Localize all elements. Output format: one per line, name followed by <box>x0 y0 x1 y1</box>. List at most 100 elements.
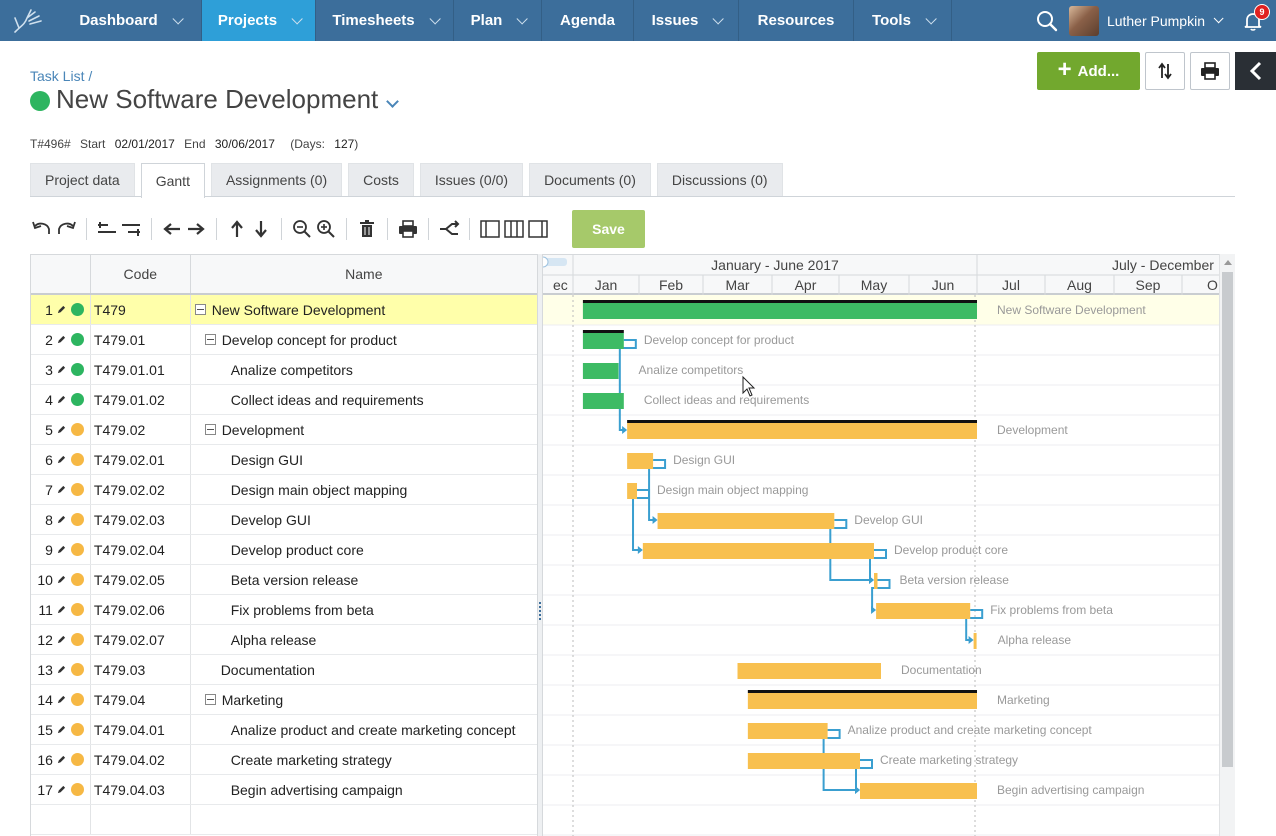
pencil-icon[interactable] <box>57 425 66 434</box>
pencil-icon[interactable] <box>57 485 66 494</box>
table-row[interactable]: 2 T479.01 Develop concept for product <box>31 325 538 355</box>
scroll-up-icon[interactable] <box>1224 260 1232 265</box>
code-cell[interactable]: T479.02.02 <box>91 475 191 504</box>
task-bar[interactable] <box>627 483 638 499</box>
scrollbar-thumb[interactable] <box>1222 272 1233 767</box>
collapse-panel-button[interactable] <box>1235 52 1276 90</box>
pencil-icon[interactable] <box>57 665 66 674</box>
table-row[interactable]: 5 T479.02 Development <box>31 415 538 445</box>
code-cell[interactable]: T479.01 <box>91 325 191 354</box>
tab-costs[interactable]: Costs <box>348 163 414 196</box>
delete-button[interactable] <box>355 217 379 241</box>
chevron-down-icon[interactable] <box>516 12 529 25</box>
code-cell[interactable]: T479.02.04 <box>91 535 191 564</box>
task-bar[interactable] <box>747 693 977 709</box>
nav-item-timesheets[interactable]: Timesheets <box>316 0 454 41</box>
task-bar[interactable] <box>582 303 977 319</box>
pencil-icon[interactable] <box>57 605 66 614</box>
table-row[interactable]: 13 T479.03 Documentation <box>31 655 538 685</box>
pencil-icon[interactable] <box>57 575 66 584</box>
nav-item-resources[interactable]: Resources <box>739 0 854 41</box>
code-cell[interactable]: T479.02.01 <box>91 445 191 474</box>
print-gantt-button[interactable] <box>396 217 420 241</box>
table-row[interactable]: 14 T479.04 Marketing <box>31 685 538 715</box>
view-grid-only-button[interactable] <box>478 217 502 241</box>
code-cell[interactable]: T479.04.03 <box>91 775 191 804</box>
name-cell[interactable]: Develop GUI <box>191 505 538 534</box>
task-bar[interactable] <box>876 603 971 619</box>
name-cell[interactable]: Marketing <box>191 685 538 714</box>
table-row[interactable]: 15 T479.04.01 Analize product and create m… <box>31 715 538 745</box>
gantt-vertical-scrollbar[interactable] <box>1219 254 1235 836</box>
pencil-icon[interactable] <box>57 635 66 644</box>
outdent-button[interactable] <box>95 217 119 241</box>
add-button[interactable]: + Add... <box>1037 52 1140 90</box>
code-cell[interactable]: T479.04.01 <box>91 715 191 744</box>
code-cell[interactable]: T479.01.01 <box>91 355 191 384</box>
tab-issues[interactable]: Issues (0/0) <box>419 163 524 196</box>
sort-button[interactable] <box>1145 52 1185 90</box>
code-cell[interactable]: T479.02 <box>91 415 191 444</box>
collapse-icon[interactable] <box>204 424 216 435</box>
task-bar[interactable] <box>582 393 624 409</box>
pencil-icon[interactable] <box>57 365 66 374</box>
redo-button[interactable] <box>54 217 78 241</box>
print-button[interactable] <box>1190 52 1230 90</box>
code-cell[interactable]: T479.01.02 <box>91 385 191 414</box>
task-bar[interactable] <box>582 363 619 379</box>
table-row[interactable]: 1 T479 New Software Development <box>31 295 538 325</box>
table-row[interactable]: 12 T479.02.07 Alpha release <box>31 625 538 655</box>
name-cell[interactable]: Collect ideas and requirements <box>191 385 538 414</box>
name-cell[interactable]: Analize competitors <box>191 355 538 384</box>
chevron-down-icon[interactable] <box>925 12 937 25</box>
nav-item-plan[interactable]: Plan <box>454 0 542 41</box>
collapse-icon[interactable] <box>204 334 216 345</box>
code-cell[interactable]: T479.02.05 <box>91 565 191 594</box>
name-cell[interactable]: New Software Development <box>191 295 538 324</box>
chevron-down-icon[interactable] <box>291 12 303 25</box>
critical-path-button[interactable] <box>437 217 461 241</box>
code-cell[interactable]: T479.02.07 <box>91 625 191 654</box>
column-header-name[interactable]: Name <box>191 255 538 293</box>
name-cell[interactable]: Begin advertising campaign <box>191 775 538 804</box>
task-bar[interactable] <box>860 783 977 799</box>
name-cell[interactable]: Fix problems from beta <box>191 595 538 624</box>
nav-item-agenda[interactable]: Agenda <box>542 0 634 41</box>
zoom-out-button[interactable] <box>290 217 314 241</box>
pencil-icon[interactable] <box>57 515 66 524</box>
table-row[interactable]: 9 T479.02.04 Develop product core <box>31 535 538 565</box>
pencil-icon[interactable] <box>57 725 66 734</box>
name-cell[interactable]: Alpha release <box>191 625 538 654</box>
table-row[interactable]: 17 T479.04.03 Begin advertising campaign <box>31 775 538 805</box>
code-cell[interactable]: T479.04 <box>91 685 191 714</box>
table-row[interactable]: 7 T479.02.02 Design main object mapping <box>31 475 538 505</box>
column-header-number[interactable] <box>31 255 91 293</box>
name-cell[interactable]: Beta version release <box>191 565 538 594</box>
pencil-icon[interactable] <box>57 455 66 464</box>
task-bar[interactable] <box>627 453 654 469</box>
table-row[interactable]: 4 T479.01.02 Collect ideas and requirement… <box>31 385 538 415</box>
table-row[interactable]: 10 T479.02.05 Beta version release <box>31 565 538 595</box>
name-cell[interactable]: Analize product and create marketing con… <box>191 715 538 744</box>
name-cell[interactable]: Create marketing strategy <box>191 745 538 774</box>
pencil-icon[interactable] <box>57 695 66 704</box>
pencil-icon[interactable] <box>57 785 66 794</box>
chevron-down-icon[interactable] <box>386 95 400 108</box>
tab-discussions[interactable]: Discussions (0) <box>656 163 783 196</box>
nav-item-tools[interactable]: Tools <box>854 0 952 41</box>
logo[interactable] <box>0 0 58 41</box>
notifications-button[interactable]: 9 <box>1230 0 1276 41</box>
column-header-code[interactable]: Code <box>91 255 191 293</box>
zoom-in-button[interactable] <box>314 217 338 241</box>
table-row[interactable]: 3 T479.01.01 Analize competitors <box>31 355 538 385</box>
task-bar[interactable] <box>657 513 835 529</box>
nav-item-issues[interactable]: Issues <box>634 0 739 41</box>
indent-button[interactable] <box>119 217 143 241</box>
pencil-icon[interactable] <box>57 545 66 554</box>
table-row[interactable]: 8 T479.02.03 Develop GUI <box>31 505 538 535</box>
save-button[interactable]: Save <box>572 210 645 248</box>
task-bar[interactable] <box>874 573 878 589</box>
task-bar[interactable] <box>747 753 860 769</box>
pencil-icon[interactable] <box>57 335 66 344</box>
move-right-button[interactable] <box>184 217 208 241</box>
